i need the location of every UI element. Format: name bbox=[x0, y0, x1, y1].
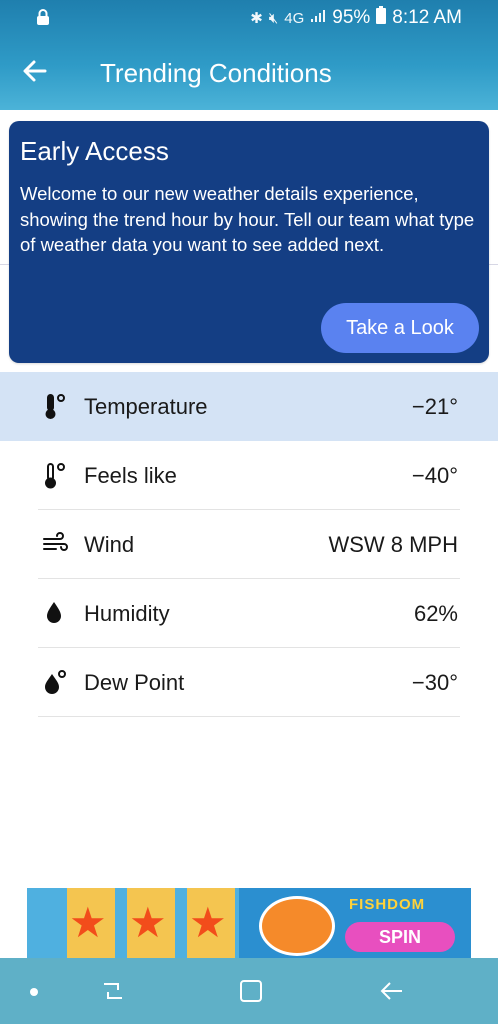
status-bar: ✱ 🔇︎ 4G 95% 8:12 AM bbox=[0, 0, 498, 36]
battery-percent: 95% bbox=[332, 7, 371, 28]
signal-icon bbox=[310, 9, 326, 27]
system-nav-bar bbox=[0, 958, 498, 1024]
promo-title: Early Access bbox=[20, 136, 169, 166]
early-access-banner: Early Access Welcome to our new weather … bbox=[9, 121, 489, 363]
take-a-look-button[interactable]: Take a Look bbox=[321, 303, 479, 353]
system-back-icon[interactable] bbox=[378, 978, 404, 1004]
condition-label: Temperature bbox=[84, 394, 208, 419]
condition-row-humidity[interactable]: Humidity 62% bbox=[0, 579, 498, 648]
mute-icon: 🔇︎ bbox=[268, 9, 279, 27]
status-icons: ✱ 🔇︎ 4G 95% 8:12 AM bbox=[250, 6, 462, 30]
thermometer-outline-icon bbox=[42, 461, 68, 489]
star-icon: ★ bbox=[69, 899, 107, 946]
page-title: Trending Conditions bbox=[100, 58, 332, 88]
recent-apps-icon[interactable] bbox=[100, 978, 126, 1004]
condition-value: WSW 8 MPH bbox=[328, 532, 458, 557]
app-header: ✱ 🔇︎ 4G 95% 8:12 AM Trending Conditions bbox=[0, 0, 498, 110]
star-icon: ★ bbox=[129, 899, 167, 946]
bluetooth-icon: ✱ bbox=[250, 10, 263, 27]
promo-body: Welcome to our new weather details exper… bbox=[20, 183, 475, 255]
ad-brand: FISHDOM bbox=[349, 896, 426, 913]
condition-label: Dew Point bbox=[84, 670, 185, 695]
clock: 8:12 AM bbox=[392, 7, 462, 28]
fish-icon bbox=[259, 896, 335, 956]
condition-row-feels-like[interactable]: Feels like −40° bbox=[0, 441, 498, 510]
thermometer-icon bbox=[42, 392, 68, 420]
water-drop-icon bbox=[42, 599, 68, 627]
back-arrow-icon[interactable] bbox=[20, 56, 50, 86]
wind-icon bbox=[42, 530, 68, 558]
ad-spin-button[interactable]: SPIN bbox=[345, 922, 455, 952]
condition-label: Wind bbox=[84, 532, 135, 557]
condition-value: −30° bbox=[411, 670, 458, 695]
condition-label: Feels like bbox=[84, 463, 177, 488]
condition-row-temperature[interactable]: Temperature −21° bbox=[0, 372, 498, 441]
battery-icon bbox=[376, 6, 387, 30]
condition-row-dew-point[interactable]: Dew Point −30° bbox=[0, 648, 498, 717]
condition-row-wind[interactable]: Wind WSW 8 MPH bbox=[0, 510, 498, 579]
dew-point-icon bbox=[42, 668, 68, 696]
star-icon: ★ bbox=[189, 899, 227, 946]
condition-value: 62% bbox=[413, 601, 458, 626]
row-divider bbox=[38, 716, 460, 717]
network-label: 4G bbox=[284, 9, 305, 27]
lock-icon bbox=[36, 8, 50, 31]
home-icon[interactable] bbox=[238, 978, 264, 1004]
fishdom-ad-banner[interactable]: ★ ★ ★ FISHDOM SPIN bbox=[27, 888, 471, 958]
app-bar: Trending Conditions bbox=[0, 40, 498, 106]
condition-label: Humidity bbox=[84, 601, 170, 626]
conditions-list: Temperature −21° Feels like −40° Wind WS… bbox=[0, 372, 498, 717]
condition-value: −21° bbox=[411, 394, 458, 419]
nav-dot-icon[interactable] bbox=[30, 988, 38, 996]
condition-value: −40° bbox=[411, 463, 458, 488]
